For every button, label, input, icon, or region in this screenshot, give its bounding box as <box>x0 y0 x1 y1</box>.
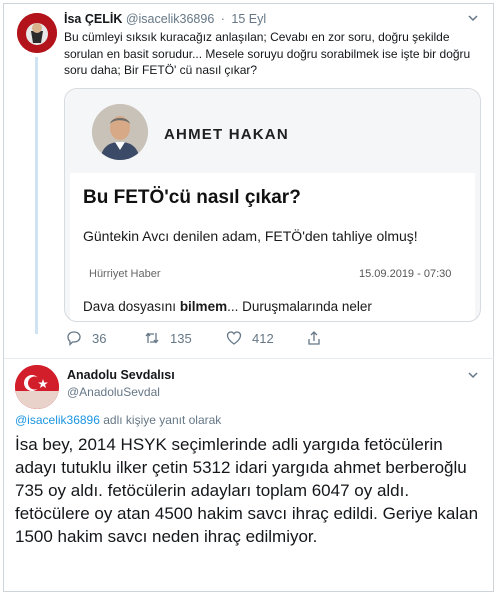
avatar[interactable] <box>17 13 57 53</box>
share-icon <box>308 331 320 345</box>
reply-count: 36 <box>92 330 107 346</box>
display-name[interactable]: Anadolu Sevdalısı <box>67 368 175 382</box>
reply-label: adlı kişiye yanıt olarak <box>103 413 222 427</box>
card-content: Bu FETÖ'cü nasıl çıkar? Güntekin Avcı de… <box>70 173 475 321</box>
chevron-down-icon[interactable] <box>467 369 479 384</box>
like-button[interactable]: 412 <box>226 330 274 346</box>
retweet-button[interactable]: 135 <box>144 330 192 346</box>
divider <box>4 358 494 359</box>
reply-context: @isacelik36896 adlı kişiye yanıt olarak <box>15 413 221 427</box>
separator-dot: · <box>220 12 225 26</box>
display-name[interactable]: İsa ÇELİK <box>64 12 122 26</box>
card-body-post: ... Duruşmalarında neler <box>227 299 372 314</box>
tweet-header: İsa ÇELİK @isacelik36896 · 15 Eyl <box>64 12 266 26</box>
card-datetime: 15.09.2019 - 07:30 <box>359 268 452 280</box>
reply-button[interactable]: 36 <box>66 330 106 346</box>
retweet-icon <box>145 332 159 344</box>
card-body-bold: bilmem <box>179 299 228 314</box>
card-body: Dava dosyasını bilmem... Duruşmalarında … <box>83 299 372 314</box>
heart-icon <box>226 331 242 345</box>
link-card[interactable]: AHMET HAKAN Bu FETÖ'cü nasıl çıkar? Günt… <box>64 88 481 322</box>
tweet-text: İsa bey, 2014 HSYK seçimlerinde adli yar… <box>15 435 479 546</box>
chevron-down-icon[interactable] <box>467 12 479 27</box>
card-body-pre: Dava dosyasını <box>83 299 180 314</box>
user-handle[interactable]: @AnadoluSevdal <box>67 385 160 399</box>
tweet-actions: 36 135 412 <box>64 330 364 350</box>
author-photo <box>92 104 148 160</box>
like-count: 412 <box>252 330 274 346</box>
avatar[interactable] <box>15 365 59 409</box>
share-button[interactable] <box>306 330 332 346</box>
reply-icon <box>67 331 81 346</box>
card-source: Hürriyet Haber <box>89 268 161 280</box>
user-handle[interactable]: @isacelik36896 <box>126 12 214 26</box>
tweet-date[interactable]: 15 Eyl <box>231 12 266 26</box>
card-author: AHMET HAKAN <box>164 126 289 143</box>
card-header: AHMET HAKAN <box>65 89 480 173</box>
card-title: Bu FETÖ'cü nasıl çıkar? <box>83 187 301 208</box>
tweet-text: Bu cümleyi sıksık kuracağız anlaşılan; C… <box>64 30 471 77</box>
card-subtitle: Güntekin Avcı denilen adam, FETÖ'den tah… <box>83 228 418 244</box>
reply-to-link[interactable]: @isacelik36896 <box>15 413 100 427</box>
thread-line <box>35 57 38 334</box>
retweet-count: 135 <box>170 330 192 346</box>
